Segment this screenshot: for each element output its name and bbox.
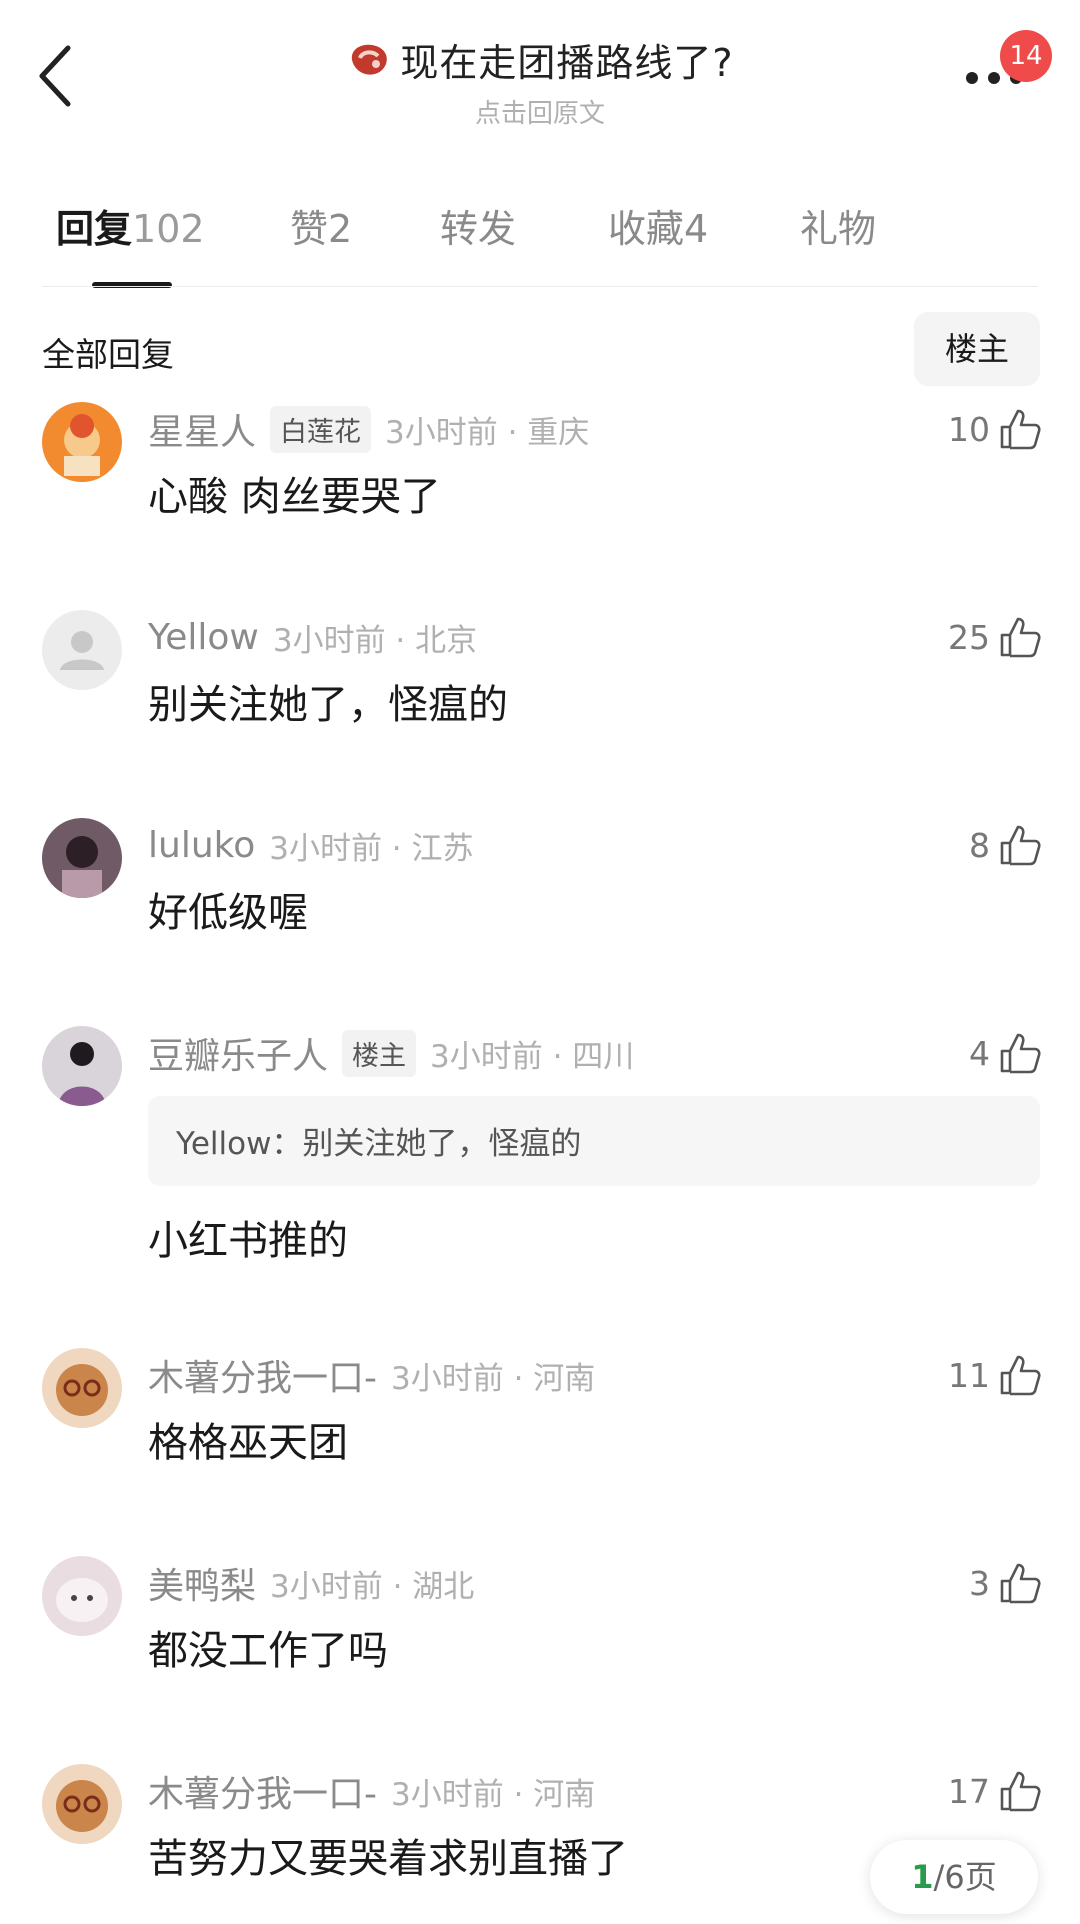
like-button[interactable]: 11 <box>948 1348 1042 1402</box>
tab-label: 回复 <box>56 207 133 251</box>
thumbs-up-icon <box>1000 1355 1041 1396</box>
comment-text: 小红书推的 <box>148 1218 348 1264</box>
time-location: 3小时前 · 重庆 <box>385 414 590 451</box>
comment-text: 好低级喔 <box>148 890 308 936</box>
comment-meta: Yellow 3小时前 · 北京 <box>148 612 477 662</box>
active-tab-indicator <box>92 282 172 288</box>
comment-meta: 美鸭梨 3小时前 · 湖北 <box>148 1558 474 1608</box>
thumbs-up-icon <box>1000 1033 1041 1074</box>
avatar-image-icon <box>42 1348 122 1428</box>
avatar[interactable] <box>42 1026 122 1106</box>
time-location: 3小时前 · 江苏 <box>269 830 474 867</box>
thumbs-up-icon <box>1000 1771 1041 1812</box>
avatar[interactable] <box>42 818 122 898</box>
like-count: 11 <box>948 1355 990 1395</box>
dot-icon <box>988 72 1000 84</box>
like-count: 10 <box>948 409 990 449</box>
like-button[interactable]: 17 <box>948 1764 1042 1818</box>
post-title-area[interactable]: 现在走团播路线了? 点击回原文 <box>0 32 1080 130</box>
username[interactable]: luluko <box>148 825 255 866</box>
avatar[interactable] <box>42 1556 122 1636</box>
time-location: 3小时前 · 河南 <box>391 1776 596 1813</box>
like-count: 4 <box>969 1033 990 1073</box>
like-button[interactable]: 10 <box>948 402 1042 456</box>
tab-count: 102 <box>132 207 205 251</box>
comment-text: 苦努力又要哭着求别直播了 <box>148 1836 628 1882</box>
like-count: 17 <box>948 1771 990 1811</box>
back-to-original-link[interactable]: 点击回原文 <box>0 93 1080 130</box>
time-location: 3小时前 · 北京 <box>272 622 478 659</box>
username[interactable]: 美鸭梨 <box>148 1557 256 1609</box>
tab-label: 转发 <box>440 207 517 251</box>
notification-badge: 14 <box>1000 30 1052 82</box>
like-count: 3 <box>969 1563 990 1603</box>
quoted-reply-text: Yellow：别关注她了，怪瘟的 <box>176 1126 582 1162</box>
like-button[interactable]: 8 <box>969 818 1042 872</box>
avatar[interactable] <box>42 1348 122 1428</box>
like-count: 25 <box>948 617 990 657</box>
tab-label: 收藏 <box>608 207 685 251</box>
dot-icon <box>966 72 978 84</box>
comment-meta: 木薯分我一口- 3小时前 · 河南 <box>148 1350 595 1400</box>
owner-tag: 楼主 <box>342 1029 417 1077</box>
avatar-image-icon <box>42 1026 122 1106</box>
quoted-reply[interactable]: Yellow：别关注她了，怪瘟的 <box>148 1096 1040 1186</box>
tab-gifts[interactable]: 礼物 <box>800 198 876 253</box>
top-bar: 现在走团播路线了? 点击回原文 14 <box>0 0 1080 150</box>
avatar[interactable] <box>42 610 122 690</box>
current-page: 1 <box>911 1858 934 1896</box>
avatar-image-icon <box>42 1764 122 1844</box>
avatar-image-icon <box>42 402 122 482</box>
owner-filter-button[interactable]: 楼主 <box>914 312 1040 386</box>
comment-text: 别关注她了，怪瘟的 <box>148 682 508 728</box>
thumbs-up-icon <box>1000 409 1041 450</box>
total-pages: /6页 <box>933 1858 997 1896</box>
default-avatar-icon <box>42 610 122 690</box>
comment-meta: 豆瓣乐子人 楼主 3小时前 · 四川 <box>148 1028 634 1078</box>
time-location: 3小时前 · 河南 <box>391 1360 596 1397</box>
avatar-image-icon <box>42 1556 122 1636</box>
page-indicator[interactable]: 1/6页 <box>870 1840 1038 1914</box>
username[interactable]: 星星人 <box>148 403 256 455</box>
tab-label: 赞 <box>290 207 329 251</box>
thumbs-up-icon <box>1000 1563 1041 1604</box>
username[interactable]: 木薯分我一口- <box>148 1349 377 1401</box>
tab-reposts[interactable]: 转发 <box>440 198 516 253</box>
section-title: 全部回复 <box>42 335 174 374</box>
tab-count: 4 <box>684 207 709 251</box>
username[interactable]: 木薯分我一口- <box>148 1765 377 1817</box>
post-title: 现在走团播路线了? <box>400 41 734 85</box>
thumbs-up-icon <box>1000 825 1041 866</box>
comment-meta: luluko 3小时前 · 江苏 <box>148 820 474 870</box>
like-button[interactable]: 25 <box>948 610 1042 664</box>
comment-text: 都没工作了吗 <box>148 1628 388 1674</box>
comment-meta: 星星人 白莲花 3小时前 · 重庆 <box>148 404 589 454</box>
tab-count: 2 <box>328 207 353 251</box>
time-location: 3小时前 · 湖北 <box>270 1568 475 1605</box>
tab-favorites[interactable]: 收藏4 <box>608 198 708 253</box>
steak-emoji-icon <box>352 44 388 75</box>
comment-text: 格格巫天团 <box>148 1420 348 1466</box>
like-button[interactable]: 3 <box>969 1556 1042 1610</box>
avatar[interactable] <box>42 402 122 482</box>
like-count: 8 <box>969 825 990 865</box>
avatar[interactable] <box>42 1764 122 1844</box>
tab-replies[interactable]: 回复102 <box>56 198 205 253</box>
username[interactable]: 豆瓣乐子人 <box>148 1027 328 1079</box>
divider <box>42 286 1038 287</box>
comment-text: 心酸 肉丝要哭了 <box>148 474 441 520</box>
tab-label: 礼物 <box>800 207 877 251</box>
time-location: 3小时前 · 四川 <box>430 1038 635 1075</box>
tab-likes[interactable]: 赞2 <box>290 198 352 253</box>
avatar-image-icon <box>42 818 122 898</box>
user-tag: 白莲花 <box>270 405 372 453</box>
like-button[interactable]: 4 <box>969 1026 1042 1080</box>
username[interactable]: Yellow <box>148 617 259 658</box>
comment-meta: 木薯分我一口- 3小时前 · 河南 <box>148 1766 595 1816</box>
thumbs-up-icon <box>1000 617 1041 658</box>
